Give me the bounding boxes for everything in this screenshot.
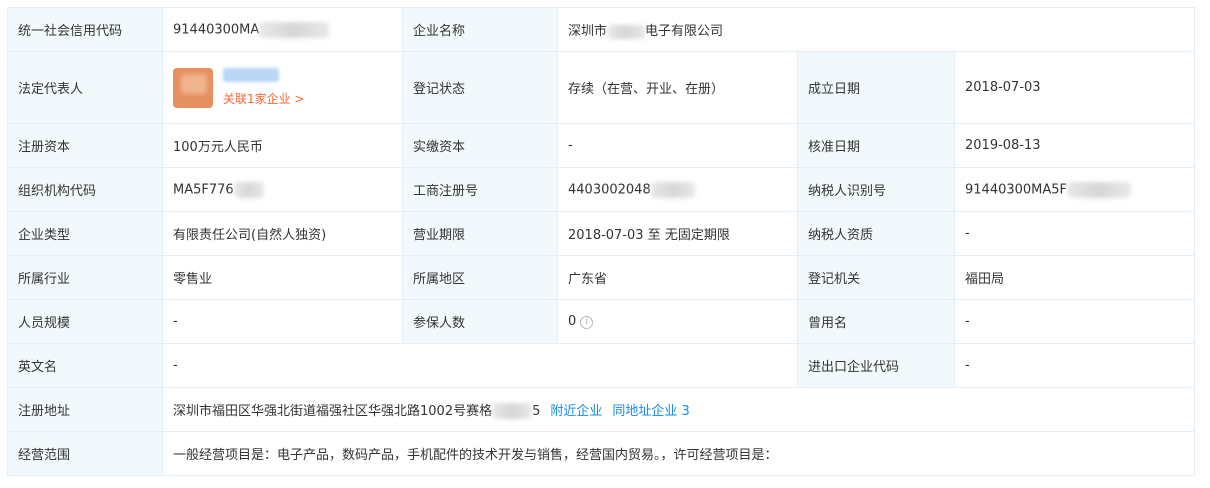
english-name-label: 英文名 (7, 343, 163, 388)
nearby-companies-link[interactable]: 附近企业 (550, 404, 602, 419)
legal-rep-cell: 关联1家企业 > (162, 51, 403, 124)
reg-authority-value: 福田局 (953, 255, 1196, 300)
biz-reg-no-label: 工商注册号 (402, 167, 558, 212)
company-name-suffix: 电子有限公司 (645, 24, 724, 39)
former-name-label: 曾用名 (797, 299, 955, 344)
avatar[interactable] (173, 67, 213, 108)
company-type-label: 企业类型 (7, 211, 163, 256)
org-code-cell: MA5F776 (162, 167, 403, 212)
found-date-value: 2018-07-03 (953, 51, 1196, 124)
info-circle-icon[interactable]: i (580, 316, 594, 329)
biz-reg-no-value: 4403002048 (568, 182, 651, 197)
related-companies-link[interactable]: 关联1家企业 > (223, 90, 305, 107)
reg-address-suffix: 5 (532, 403, 541, 419)
redacted-mask (607, 24, 646, 39)
found-date-label: 成立日期 (797, 51, 955, 124)
row-biz-scope: 经营范围 一般经营项目是：电子产品，数码产品，手机配件的技术开发与销售，经营国内… (7, 431, 1196, 476)
redacted-mask (650, 181, 695, 198)
same-address-companies-link[interactable]: 同地址企业 3 (612, 404, 689, 419)
biz-scope-label: 经营范围 (7, 431, 163, 476)
biz-scope-value: 一般经营项目是：电子产品，数码产品，手机配件的技术开发与销售，经营国内贸易。，许… (161, 431, 1196, 476)
region-value: 广东省 (557, 255, 798, 300)
approve-date-value: 2019-08-13 (953, 123, 1196, 168)
redacted-mask (259, 21, 330, 38)
company-name-prefix: 深圳市 (568, 24, 608, 39)
approve-date-label: 核准日期 (797, 123, 955, 168)
row-legal-rep: 法定代表人 关联1家企业 > 登记状态 存续（在营、开业、在册） 成立日期 20… (7, 51, 1196, 124)
tax-quality-value: - (953, 211, 1196, 256)
reg-capital-value: 100万元人民币 (162, 123, 403, 168)
ie-code-label: 进出口企业代码 (797, 343, 955, 388)
credit-code-cell: 91440300MA (162, 7, 403, 52)
redacted-mask (233, 181, 264, 198)
redacted-mask (1067, 181, 1132, 198)
redacted-mask (492, 403, 533, 420)
reg-status-label: 登记状态 (402, 51, 558, 124)
company-type-value: 有限责任公司(自然人独资) (162, 211, 403, 256)
row-industry: 所属行业 零售业 所属地区 广东省 登记机关 福田局 (7, 255, 1196, 300)
org-code-label: 组织机构代码 (7, 167, 163, 212)
reg-address-prefix: 深圳市福田区华强北街道福强社区华强北路1002号赛格 (173, 403, 493, 419)
insured-count-value: 0 (568, 314, 577, 329)
insured-count-cell: 0i (557, 299, 798, 344)
row-type: 企业类型 有限责任公司(自然人独资) 营业期限 2018-07-03 至 无固定… (7, 211, 1196, 256)
row-codes: 组织机构代码 MA5F776 工商注册号 4403002048 纳税人识别号 9… (7, 167, 1196, 212)
reg-status-value: 存续（在营、开业、在册） (557, 51, 798, 124)
reg-authority-label: 登记机关 (797, 255, 955, 300)
company-name-label: 企业名称 (402, 7, 558, 52)
paid-capital-label: 实缴资本 (402, 123, 558, 168)
paid-capital-value: - (557, 123, 798, 168)
biz-term-value: 2018-07-03 至 无固定期限 (557, 211, 798, 256)
staff-size-label: 人员规模 (7, 299, 163, 344)
credit-code-value: 91440300MA (173, 22, 260, 37)
credit-code-label: 统一社会信用代码 (7, 7, 163, 52)
row-credit-code: 统一社会信用代码 91440300MA 企业名称 深圳市 电子有限公司 (7, 7, 1196, 52)
tax-quality-label: 纳税人资质 (797, 211, 955, 256)
region-label: 所属地区 (402, 255, 558, 300)
reg-address-cell: 深圳市福田区华强北街道福强社区华强北路1002号赛格 5 附近企业 同地址企业 3 (161, 387, 1196, 432)
row-capital: 注册资本 100万元人民币 实缴资本 - 核准日期 2019-08-13 (7, 123, 1196, 168)
biz-reg-no-cell: 4403002048 (557, 167, 798, 212)
reg-address-label: 注册地址 (7, 387, 163, 432)
company-info-table: 统一社会信用代码 91440300MA 企业名称 深圳市 电子有限公司 法定代表人… (7, 7, 1196, 476)
industry-value: 零售业 (162, 255, 403, 300)
biz-term-label: 营业期限 (402, 211, 558, 256)
insured-count-label: 参保人数 (402, 299, 558, 344)
staff-size-value: - (162, 299, 403, 344)
row-english-name: 英文名 - 进出口企业代码 - (7, 343, 1196, 388)
row-address: 注册地址 深圳市福田区华强北街道福强社区华强北路1002号赛格 5 附近企业 同地址企… (7, 387, 1196, 432)
company-name-cell: 深圳市 电子有限公司 (556, 7, 1196, 52)
legal-rep-name-redacted[interactable] (223, 68, 279, 82)
ie-code-value: - (953, 343, 1196, 388)
taxpayer-id-value: 91440300MA5F (965, 182, 1068, 197)
english-name-value: - (162, 343, 798, 388)
former-name-value: - (953, 299, 1196, 344)
taxpayer-id-label: 纳税人识别号 (797, 167, 955, 212)
reg-capital-label: 注册资本 (7, 123, 163, 168)
legal-rep-label: 法定代表人 (7, 51, 163, 124)
row-staff: 人员规模 - 参保人数 0i 曾用名 - (7, 299, 1196, 344)
org-code-value: MA5F776 (173, 182, 234, 197)
taxpayer-id-cell: 91440300MA5F (953, 167, 1196, 212)
industry-label: 所属行业 (7, 255, 163, 300)
